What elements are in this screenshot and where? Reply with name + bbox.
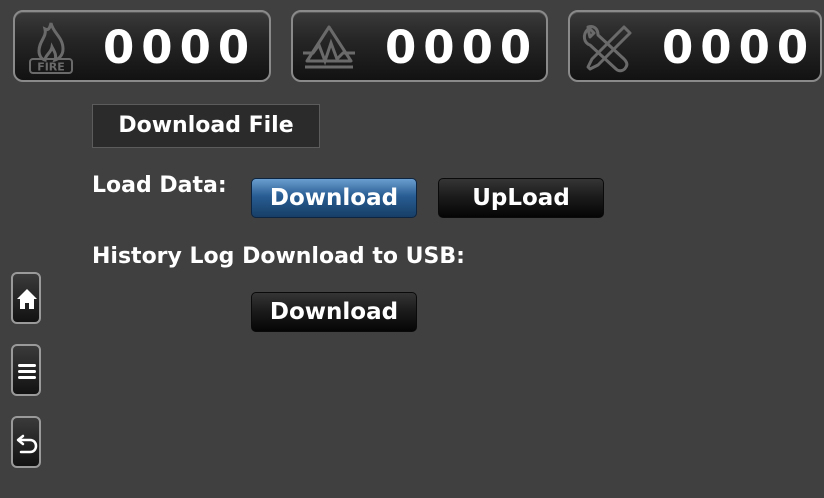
load-data-upload-button[interactable]: UpLoad	[438, 178, 604, 218]
trouble-icon	[303, 25, 355, 69]
menu-icon	[18, 364, 36, 379]
back-icon	[16, 434, 38, 454]
page-title: Download File	[92, 104, 320, 148]
history-log-label: History Log Download to USB:	[92, 244, 465, 269]
fire-count: 0000	[103, 21, 257, 74]
tools-icon	[582, 25, 632, 73]
load-data-label: Load Data:	[92, 173, 227, 198]
trouble-count: 0000	[385, 21, 539, 74]
menu-button[interactable]	[11, 344, 41, 396]
back-button[interactable]	[11, 416, 41, 468]
tools-counter: 0000	[568, 10, 822, 82]
load-data-download-button[interactable]: Download	[251, 178, 417, 218]
trouble-counter: 0000	[291, 10, 548, 82]
home-button[interactable]	[11, 272, 41, 324]
svg-text:FIRE: FIRE	[37, 61, 65, 74]
tools-count: 0000	[662, 21, 816, 74]
fire-counter: FIRE 0000	[13, 10, 271, 82]
home-icon	[17, 289, 37, 309]
fire-icon: FIRE	[29, 22, 73, 74]
history-download-button[interactable]: Download	[251, 292, 417, 332]
